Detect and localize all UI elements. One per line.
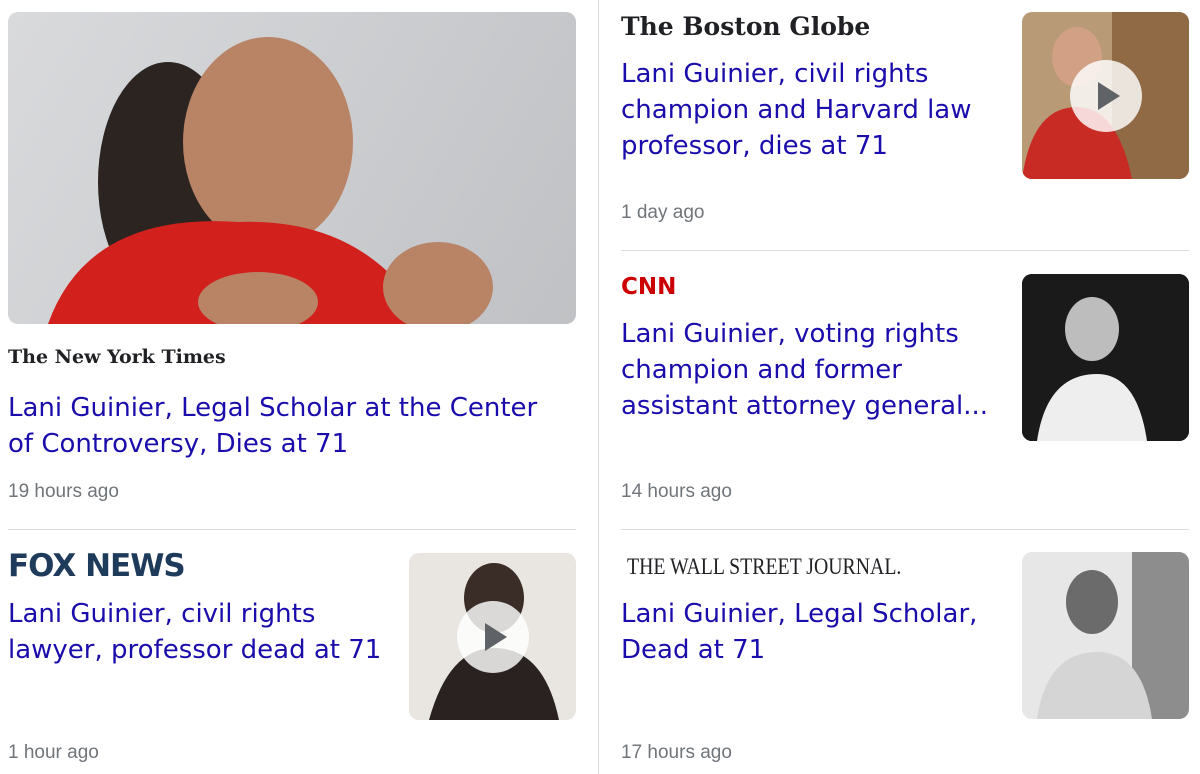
news-card-boston-globe[interactable]: The Boston Globe Lani Guinier, civil rig… [621,12,1189,232]
headline-link[interactable]: Lani Guinier, civil rights lawyer, profe… [8,596,388,668]
headline-link[interactable]: Lani Guinier, voting rights champion and… [621,316,1001,424]
portrait-illustration [1037,552,1189,719]
row-divider [621,250,1189,251]
article-thumbnail-wsj[interactable] [1022,552,1189,719]
timestamp: 17 hours ago [621,742,732,763]
headline-link[interactable]: Lani Guinier, civil rights champion and … [621,56,1001,164]
timestamp: 1 day ago [621,202,705,223]
article-thumbnail-boston-globe[interactable] [1022,12,1189,179]
portrait-illustration [48,37,493,324]
source-logo-cnn: CNN [621,274,677,300]
timestamp: 1 hour ago [8,742,99,763]
article-thumbnail-cnn[interactable] [1022,274,1189,441]
play-icon[interactable] [456,600,529,673]
headline-link[interactable]: Lani Guinier, Legal Scholar at the Cente… [8,390,568,462]
headline-link[interactable]: Lani Guinier, Legal Scholar, Dead at 71 [621,596,1001,668]
timestamp: 19 hours ago [8,481,119,502]
play-icon[interactable] [1069,59,1142,132]
news-card-wsj[interactable]: THE WALL STREET JOURNAL. Lani Guinier, L… [621,552,1189,768]
column-divider [598,0,599,774]
row-divider [8,529,576,530]
article-image-nyt[interactable] [8,12,576,324]
source-logo-boston-globe: The Boston Globe [621,12,871,41]
news-card-cnn[interactable]: CNN Lani Guinier, voting rights champion… [621,272,1189,508]
source-logo-wsj: THE WALL STREET JOURNAL. [627,554,902,579]
news-card-fox[interactable]: FOX NEWS Lani Guinier, civil rights lawy… [8,548,576,768]
article-thumbnail-fox[interactable] [409,553,576,720]
source-logo-nyt: The New York Times [8,346,226,368]
row-divider [621,529,1189,530]
source-logo-fox: FOX NEWS [8,548,186,584]
portrait-illustration [1022,274,1189,441]
timestamp: 14 hours ago [621,481,732,502]
news-card-nyt[interactable]: The New York Times Lani Guinier, Legal S… [8,12,576,502]
